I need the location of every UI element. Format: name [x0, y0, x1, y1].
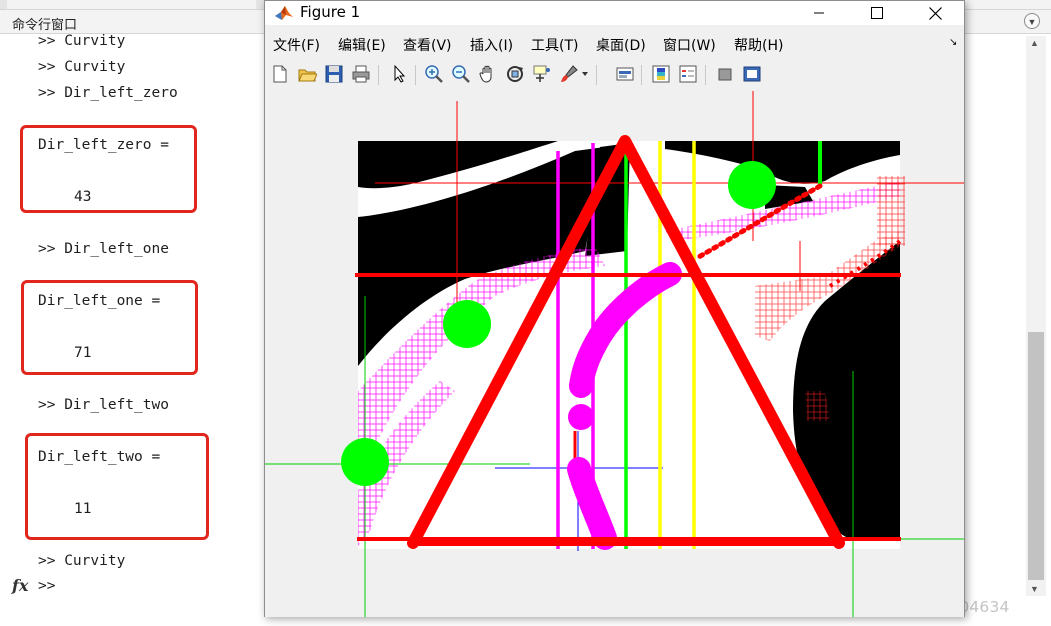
- zoom-out-icon[interactable]: [449, 62, 473, 86]
- show-plot-tools-icon[interactable]: [740, 62, 764, 86]
- brush-icon[interactable]: [557, 62, 581, 86]
- menu-tools[interactable]: 工具(T): [531, 35, 578, 55]
- hide-plot-tools-icon[interactable]: [713, 62, 737, 86]
- print-icon[interactable]: [349, 62, 373, 86]
- menu-view[interactable]: 查看(V): [403, 35, 452, 55]
- matlab-logo-icon: [275, 6, 293, 20]
- pan-hand-icon[interactable]: [476, 62, 500, 86]
- close-icon: [928, 6, 942, 20]
- figure-canvas[interactable]: [265, 91, 964, 617]
- menu-insert[interactable]: 插入(I): [470, 35, 513, 55]
- minimize-button[interactable]: [796, 1, 842, 25]
- link-plot-icon[interactable]: [613, 62, 637, 86]
- highlight-box: [21, 280, 198, 375]
- scroll-up-icon[interactable]: ▲: [1030, 38, 1039, 48]
- figure-menubar: 文件(F) 编辑(E) 查看(V) 插入(I) 工具(T) 桌面(D) 窗口(W…: [265, 31, 964, 57]
- scroll-down-icon[interactable]: ▼: [1030, 584, 1039, 594]
- figure-titlebar[interactable]: Figure 1: [265, 1, 964, 25]
- maximize-icon: [871, 7, 883, 19]
- colorbar-icon[interactable]: [649, 62, 673, 86]
- menu-file[interactable]: 文件(F): [273, 35, 320, 55]
- menu-help[interactable]: 帮助(H): [734, 35, 783, 55]
- new-figure-icon[interactable]: [268, 62, 292, 86]
- function-browser-icon[interactable]: fx: [12, 576, 28, 595]
- figure-toolbar: [265, 59, 964, 92]
- command-line: >> Curvity: [38, 59, 126, 75]
- open-file-icon[interactable]: [295, 62, 319, 86]
- highlight-box: [25, 433, 209, 540]
- highlight-box: [20, 125, 197, 213]
- brush-dropdown-icon[interactable]: [579, 62, 591, 86]
- command-line: >> Curvity: [38, 553, 126, 569]
- command-prompt[interactable]: >>: [38, 578, 55, 594]
- figure-title: Figure 1: [300, 3, 361, 21]
- command-line: >> Dir_left_zero: [38, 85, 178, 101]
- command-line: >> Dir_left_one: [38, 241, 169, 257]
- plot-axes-image[interactable]: [265, 91, 964, 617]
- zoom-in-icon[interactable]: [422, 62, 446, 86]
- figure-window[interactable]: Figure 1 文件(F) 编辑(E) 查看(V) 插入(I) 工具(T) 桌…: [264, 0, 965, 617]
- scrollbar-thumb[interactable]: [1028, 332, 1044, 580]
- maximize-button[interactable]: [854, 1, 900, 25]
- pointer-icon[interactable]: [387, 62, 411, 86]
- vertical-scrollbar[interactable]: ▲ ▼: [1026, 36, 1046, 596]
- menu-desktop[interactable]: 桌面(D): [596, 35, 646, 55]
- command-window-menu-button[interactable]: ▼: [1024, 13, 1040, 29]
- data-cursor-icon[interactable]: [530, 62, 554, 86]
- rotate-3d-icon[interactable]: [503, 62, 527, 86]
- save-icon[interactable]: [322, 62, 346, 86]
- command-window-title: 命令行窗口: [12, 18, 78, 33]
- command-line: >> Dir_left_two: [38, 397, 169, 413]
- command-line: >> Curvity: [38, 33, 126, 49]
- close-button[interactable]: [912, 1, 958, 25]
- dock-arrow-icon[interactable]: ↘: [949, 37, 957, 48]
- legend-icon[interactable]: [676, 62, 700, 86]
- minimize-icon: [814, 12, 824, 14]
- menu-window[interactable]: 窗口(W): [663, 35, 716, 55]
- menu-edit[interactable]: 编辑(E): [338, 35, 386, 55]
